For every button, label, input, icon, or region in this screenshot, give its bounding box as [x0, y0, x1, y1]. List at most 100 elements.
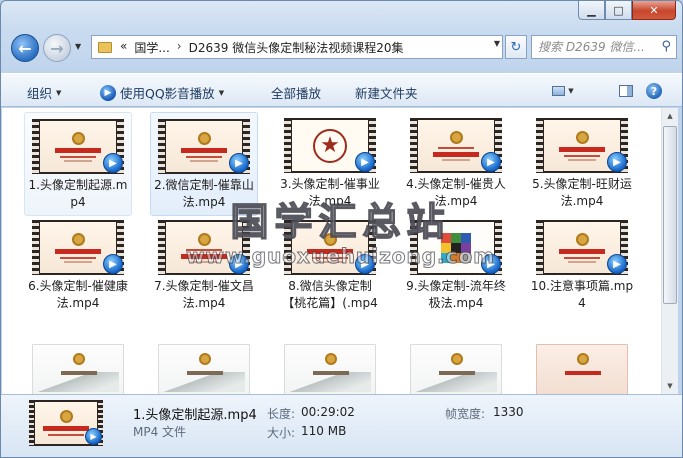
file-name: 8.微信头像定制【桃花篇】(.mp4 [282, 279, 378, 310]
file-name: 6.头像定制-催健康法.mp4 [28, 279, 128, 310]
file-item[interactable]: ▶ 9.头像定制-流年终极法.mp4 [402, 214, 510, 316]
bagua-chart-icon [441, 232, 471, 263]
file-item[interactable] [276, 338, 384, 394]
view-icon [552, 86, 566, 96]
play-badge-icon: ▶ [481, 152, 501, 172]
help-icon: ? [646, 83, 662, 99]
size-value: 110 MB [301, 424, 347, 438]
file-item[interactable]: ▶ 1.头像定制起源.mp4 [24, 112, 132, 216]
folder-icon [98, 41, 112, 53]
file-item[interactable] [150, 338, 258, 394]
help-button[interactable]: ? [643, 81, 665, 101]
scroll-down-icon[interactable]: ▼ [662, 378, 678, 394]
file-item[interactable]: ▶ 5.头像定制-旺财运法.mp4 [528, 112, 636, 214]
breadcrumb-separator[interactable]: › [177, 39, 182, 56]
search-box: ⚲ [531, 35, 677, 59]
play-with-qq-label: 使用QQ影音播放 [120, 86, 215, 101]
back-button[interactable]: ← [11, 34, 39, 62]
explorer-window: ▁ □ ✕ ← → ▼ « 国学... › D2639 微信头像定制秘法视频课程… [0, 0, 683, 458]
address-bar[interactable]: « 国学... › D2639 微信头像定制秘法视频课程20集 ▼ [91, 35, 503, 59]
play-badge-icon: ▶ [355, 254, 375, 274]
organize-menu[interactable]: 组织 ▼ [27, 83, 61, 102]
image-thumbnail [410, 344, 502, 394]
play-badge-icon: ▶ [355, 152, 375, 172]
file-name: 10.注意事项篇.mp4 [530, 279, 634, 310]
file-item[interactable] [24, 338, 132, 394]
play-badge-icon: ▶ [481, 254, 501, 274]
breadcrumb-current[interactable]: D2639 微信头像定制秘法视频课程20集 [189, 39, 404, 56]
preview-pane-icon [619, 85, 633, 97]
chevron-down-icon: ▼ [218, 88, 225, 97]
play-badge-icon: ▶ [103, 254, 123, 274]
close-button[interactable]: ✕ [632, 1, 676, 20]
image-thumbnail [536, 344, 628, 394]
video-thumbnail: ▶ [158, 220, 250, 275]
video-thumbnail: ▶ [536, 220, 628, 275]
file-name: 2.微信定制-催靠山法.mp4 [154, 178, 254, 209]
file-item[interactable]: ★ ▶ 3.头像定制-催事业法.mp4 [276, 112, 384, 214]
file-name: 9.头像定制-流年终极法.mp4 [406, 279, 506, 310]
file-item[interactable] [402, 338, 510, 394]
play-badge-icon: ▶ [229, 254, 249, 274]
breadcrumb-overflow[interactable]: « [120, 39, 127, 56]
play-badge-icon: ▶ [103, 153, 123, 173]
file-name: 5.头像定制-旺财运法.mp4 [532, 177, 632, 208]
address-dropdown-icon[interactable]: ▼ [494, 39, 500, 48]
command-toolbar: 组织 ▼ ▶ 使用QQ影音播放 ▼ 全部播放 新建文件夹 ▼ ? [1, 73, 682, 107]
play-badge-icon: ▶ [607, 254, 627, 274]
file-item[interactable]: ▶ 7.头像定制-催文昌法.mp4 [150, 214, 258, 316]
play-badge-icon: ▶ [85, 428, 102, 445]
file-item[interactable] [528, 338, 636, 394]
size-label: 大小: [267, 426, 296, 440]
details-file-name: 1.头像定制起源.mp4 [133, 408, 257, 423]
scrollbar-thumb[interactable] [663, 126, 677, 304]
preview-pane-button[interactable] [615, 81, 637, 101]
file-item[interactable]: ▶ 6.头像定制-催健康法.mp4 [24, 214, 132, 316]
file-item[interactable]: ▶ 4.头像定制-催贵人法.mp4 [402, 112, 510, 214]
forward-arrow-icon: → [50, 38, 64, 58]
file-name: 4.头像定制-催贵人法.mp4 [406, 177, 506, 208]
video-thumbnail: ▶ [536, 118, 628, 173]
qq-player-icon: ▶ [100, 84, 116, 101]
refresh-icon: ↻ [510, 39, 522, 55]
play-all-button[interactable]: 全部播放 [271, 83, 321, 102]
minimize-button[interactable]: ▁ [578, 1, 605, 20]
breadcrumb: « 国学... › D2639 微信头像定制秘法视频课程20集 [120, 39, 403, 56]
duration-value: 00:29:02 [301, 405, 355, 419]
new-folder-button[interactable]: 新建文件夹 [355, 83, 418, 102]
file-item[interactable]: ▶ 2.微信定制-催靠山法.mp4 [150, 112, 258, 216]
back-arrow-icon: ← [18, 38, 32, 58]
maximize-button[interactable]: □ [605, 1, 632, 20]
navigation-bar: ← → ▼ « 国学... › D2639 微信头像定制秘法视频课程20集 ▼ … [9, 31, 677, 65]
video-thumbnail: ▶ [32, 220, 124, 275]
scroll-up-icon[interactable]: ▲ [662, 108, 678, 124]
frame-width-label: 帧宽度: [445, 407, 486, 421]
pentagram-icon: ★ [313, 128, 347, 163]
file-item[interactable]: ▶ 8.微信头像定制【桃花篇】(.mp4 [276, 214, 384, 316]
recent-pages-dropdown[interactable]: ▼ [75, 42, 81, 51]
organize-label: 组织 [27, 86, 53, 101]
video-thumbnail: ▶ [410, 220, 502, 275]
refresh-button[interactable]: ↻ [505, 35, 527, 59]
play-with-qq-menu[interactable]: ▶ 使用QQ影音播放 ▼ [100, 83, 224, 102]
search-input[interactable] [538, 40, 658, 54]
new-folder-label: 新建文件夹 [355, 86, 418, 101]
search-icon[interactable]: ⚲ [661, 39, 671, 54]
image-thumbnail [32, 344, 124, 394]
file-name: 1.头像定制起源.mp4 [28, 178, 128, 209]
breadcrumb-root[interactable]: 国学... [134, 39, 169, 56]
video-thumbnail: ★ ▶ [284, 118, 376, 173]
change-view-button[interactable]: ▼ [552, 81, 574, 101]
duration-label: 长度: [267, 407, 296, 421]
video-thumbnail: ▶ [32, 119, 124, 174]
play-all-label: 全部播放 [271, 86, 322, 101]
play-badge-icon: ▶ [229, 153, 249, 173]
forward-button[interactable]: → [43, 34, 71, 62]
vertical-scrollbar[interactable]: ▲ ▼ [661, 108, 678, 394]
file-item[interactable]: ▶ 10.注意事项篇.mp4 [528, 214, 636, 316]
details-file-type: MP4 文件 [133, 425, 187, 439]
details-thumbnail: ▶ [29, 400, 103, 446]
details-pane: ▶ 1.头像定制起源.mp4 MP4 文件 长度: 00:29:02 大小: 1… [1, 394, 682, 457]
play-badge-icon: ▶ [607, 152, 627, 172]
file-list: ▶ 1.头像定制起源.mp4 ▶ 2.微信定制-催靠山法.mp4 ★ ▶ 3.头… [2, 108, 661, 394]
